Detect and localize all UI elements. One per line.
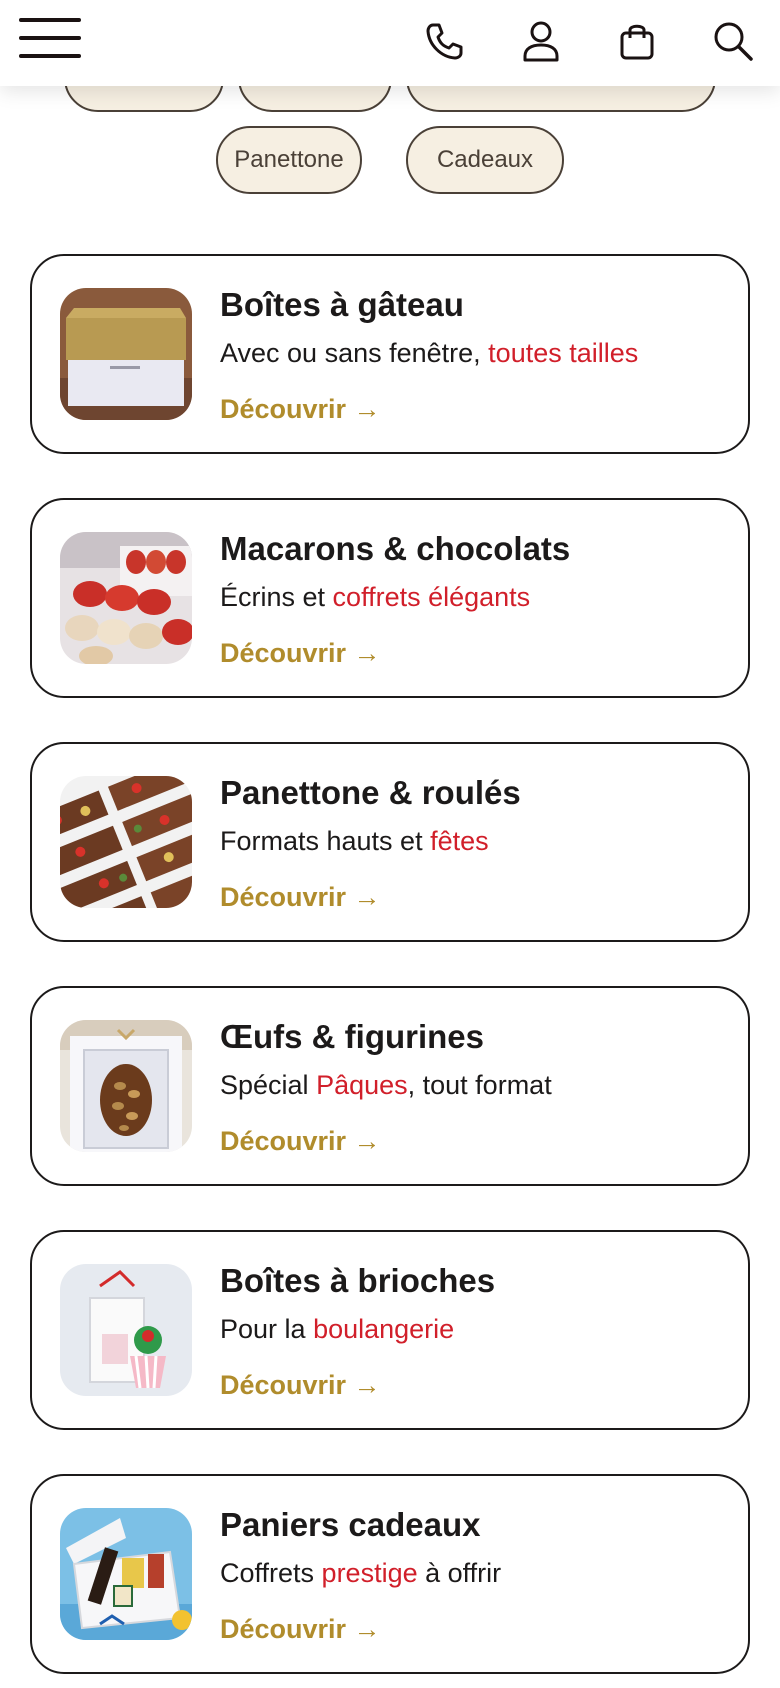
phone-icon[interactable] bbox=[421, 18, 467, 64]
filter-pill-cadeaux[interactable]: Cadeaux bbox=[406, 126, 564, 194]
card-title: Paniers cadeaux bbox=[220, 1506, 481, 1543]
discover-link[interactable]: Découvrir → bbox=[220, 882, 381, 913]
card-title: Panettone & roulés bbox=[220, 774, 521, 811]
card-title: Boîtes à brioches bbox=[220, 1262, 496, 1299]
discover-link[interactable]: Découvrir → bbox=[220, 1370, 381, 1401]
card-subtitle: Pour la boulangerie bbox=[220, 1314, 455, 1344]
category-card-cake-boxes[interactable]: Boîtes à gâteau Avec ou sans fenêtre, to… bbox=[30, 254, 750, 454]
category-card-brioche-boxes[interactable]: Boîtes à brioches Pour la boulangerie Dé… bbox=[30, 1230, 750, 1430]
card-subtitle: Formats hauts et fêtes bbox=[220, 826, 489, 856]
search-icon[interactable] bbox=[710, 18, 756, 64]
category-card-macarons[interactable]: Macarons & chocolats Écrins et coffrets … bbox=[30, 498, 750, 698]
discover-link[interactable]: Découvrir → bbox=[220, 1614, 381, 1645]
cake-box-image bbox=[60, 288, 192, 420]
filter-pill-panettone[interactable]: Panettone bbox=[216, 126, 362, 194]
discover-link[interactable]: Découvrir → bbox=[220, 394, 381, 425]
card-subtitle: Coffrets prestige à offrir bbox=[220, 1558, 502, 1588]
card-subtitle: Avec ou sans fenêtre, toutes tailles bbox=[220, 338, 639, 368]
discover-link[interactable]: Découvrir → bbox=[220, 638, 381, 669]
brioche-box-image bbox=[60, 1264, 192, 1396]
category-card-gift-baskets[interactable]: Paniers cadeaux Coffrets prestige à offr… bbox=[30, 1474, 750, 1674]
gift-basket-image bbox=[60, 1508, 192, 1640]
hamburger-menu-icon[interactable] bbox=[19, 18, 81, 58]
discover-link[interactable]: Découvrir → bbox=[220, 1126, 381, 1157]
card-title: Œufs & figurines bbox=[220, 1018, 485, 1055]
card-subtitle: Écrins et coffrets élégants bbox=[220, 582, 531, 612]
top-header bbox=[0, 0, 780, 86]
card-title: Boîtes à gâteau bbox=[220, 286, 464, 323]
shopping-bag-icon[interactable] bbox=[614, 18, 660, 64]
macarons-image bbox=[60, 532, 192, 664]
user-icon[interactable] bbox=[518, 18, 564, 64]
category-card-panettone[interactable]: Panettone & roulés Formats hauts et fête… bbox=[30, 742, 750, 942]
panettone-image bbox=[60, 776, 192, 908]
card-subtitle: Spécial Pâques, tout format bbox=[220, 1070, 552, 1100]
category-card-eggs[interactable]: Œufs & figurines Spécial Pâques, tout fo… bbox=[30, 986, 750, 1186]
chocolate-egg-image bbox=[60, 1020, 192, 1152]
card-title: Macarons & chocolats bbox=[220, 530, 571, 567]
